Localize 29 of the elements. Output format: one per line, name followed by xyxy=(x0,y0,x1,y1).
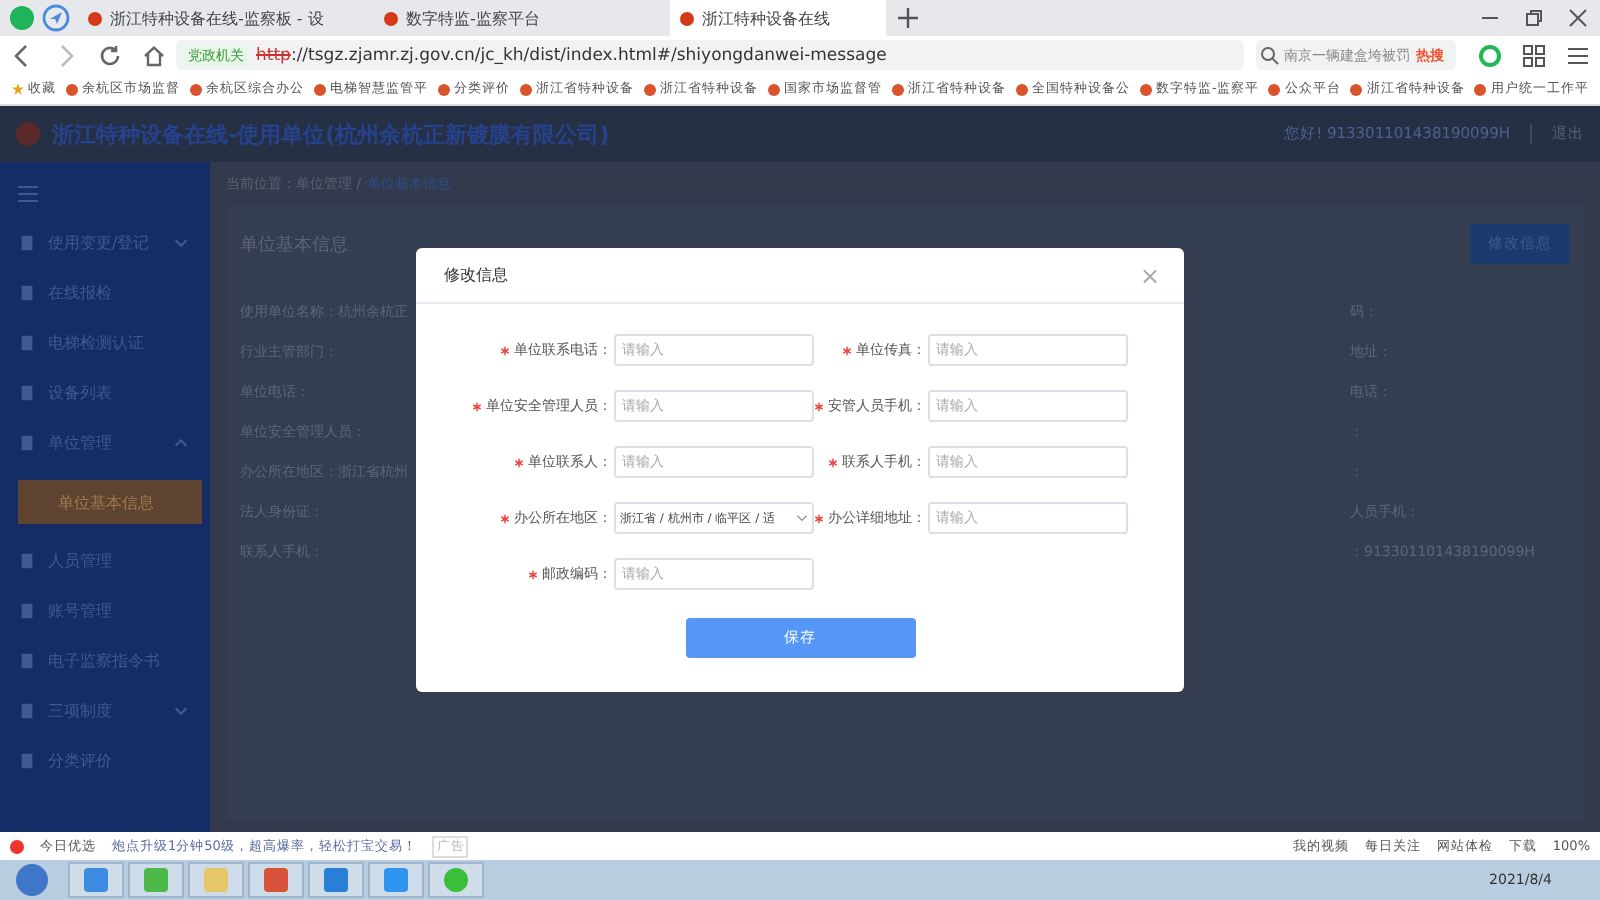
dialog-title: 修改信息 xyxy=(444,264,508,286)
browser-logo-icon[interactable] xyxy=(10,6,34,30)
caret-icon xyxy=(796,512,808,524)
taskbar-app-icon[interactable] xyxy=(128,862,184,898)
home-icon[interactable] xyxy=(142,43,166,67)
emblem-icon xyxy=(16,122,40,146)
restore-icon[interactable] xyxy=(1524,8,1544,28)
browser-tab[interactable]: 浙江特种设备在线 xyxy=(670,0,886,36)
browser-tab[interactable]: 浙江特种设备在线-监察板 - 设 xyxy=(78,0,374,36)
compass-icon[interactable] xyxy=(42,4,70,32)
chevron-icon xyxy=(172,434,190,452)
search-icon[interactable] xyxy=(1260,45,1280,65)
taskbar-app-icon[interactable] xyxy=(68,862,124,898)
browser-tab[interactable]: 数字特监-监察平台 xyxy=(374,0,670,36)
ring-icon[interactable] xyxy=(1478,43,1502,67)
close-icon[interactable] xyxy=(1568,8,1588,28)
grid-icon[interactable] xyxy=(1522,43,1546,67)
chevron-icon xyxy=(172,234,190,252)
chevron-icon xyxy=(172,702,190,720)
start-button[interactable] xyxy=(16,864,48,896)
app-title: 浙江特种设备在线-使用单位(杭州余杭正新镀膜有限公司) xyxy=(52,119,610,149)
taskbar-app-icon[interactable] xyxy=(368,862,424,898)
plus-icon[interactable] xyxy=(898,8,918,28)
taskbar-folder-icon[interactable] xyxy=(188,862,244,898)
taskbar-app-icon[interactable] xyxy=(308,862,364,898)
taskbar-app-icon[interactable] xyxy=(248,862,304,898)
menu-icon[interactable] xyxy=(1566,43,1590,67)
reload-icon[interactable] xyxy=(98,43,122,67)
taskbar-chat-icon[interactable] xyxy=(428,862,484,898)
